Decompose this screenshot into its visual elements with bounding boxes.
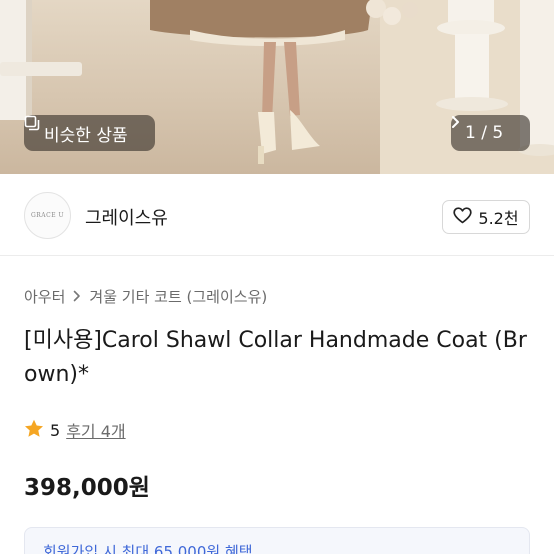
rating-score: 5 bbox=[50, 420, 61, 440]
chevron-right-icon bbox=[73, 288, 81, 306]
breadcrumb: 아우터 겨울 기타 코트 (그레이스유) bbox=[24, 286, 267, 307]
reviews-link[interactable]: 후기 4개 bbox=[66, 418, 125, 442]
like-count: 5.2천 bbox=[478, 209, 519, 228]
image-counter: 1 / 5 bbox=[465, 123, 504, 143]
rating-summary: 5 후기 4개 bbox=[24, 418, 126, 442]
breadcrumb-category[interactable]: 아우터 bbox=[24, 286, 65, 307]
image-counter-button[interactable]: 1 / 5 bbox=[451, 115, 530, 151]
star-icon bbox=[24, 419, 44, 442]
signup-promo-banner[interactable]: 회원가입 시 최대 65,000원 혜택 bbox=[24, 527, 530, 554]
similar-products-label: 비슷한 상품 bbox=[44, 125, 128, 146]
shop-logo-text: GRACE U bbox=[30, 212, 65, 219]
product-title: [미사용]Carol Shawl Collar Handmade Coat (B… bbox=[24, 328, 527, 387]
breadcrumb-subcategory[interactable]: 겨울 기타 코트 (그레이스유) bbox=[89, 286, 267, 307]
shop-name[interactable]: 그레이스유 bbox=[85, 204, 168, 230]
like-button[interactable]: 5.2천 bbox=[442, 200, 530, 234]
shop-logo[interactable]: GRACE U bbox=[24, 192, 71, 239]
product-image[interactable]: 비슷한 상품 1 / 5 bbox=[0, 0, 554, 174]
heart-icon bbox=[453, 206, 473, 228]
signup-promo-text: 회원가입 시 최대 65,000원 혜택 bbox=[43, 543, 253, 554]
product-price: 398,000원 bbox=[24, 475, 150, 501]
similar-products-button[interactable]: 비슷한 상품 bbox=[24, 115, 155, 151]
